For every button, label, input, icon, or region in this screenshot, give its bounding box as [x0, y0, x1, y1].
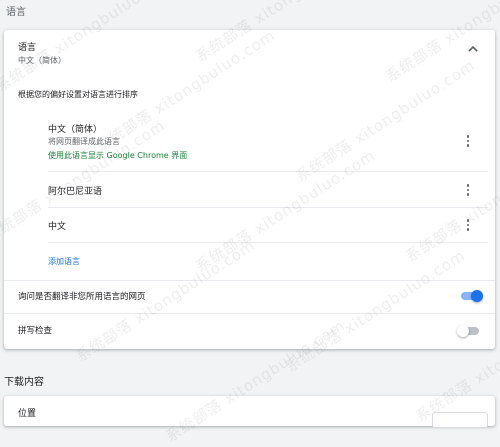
- more-options-icon[interactable]: [462, 134, 474, 148]
- offer-translate-label: 询问是否翻译非您所用语言的网页: [18, 292, 146, 302]
- language-item-display-note: 使用此语言显示 Google Chrome 界面: [48, 151, 188, 160]
- offer-translate-toggle[interactable]: [459, 290, 483, 302]
- change-location-button[interactable]: [432, 412, 488, 428]
- downloads-section-title: 下载内容: [4, 377, 44, 388]
- chevron-up-icon[interactable]: [467, 44, 479, 54]
- add-language-link[interactable]: 添加语言: [48, 256, 80, 267]
- language-header-label: 语言: [18, 43, 37, 53]
- language-order-hint: 根据您的偏好设置对语言进行排序: [18, 90, 138, 99]
- language-item-note: 将网页翻译成此语言: [48, 137, 120, 146]
- spell-check-toggle[interactable]: [457, 325, 481, 337]
- divider: [48, 242, 488, 243]
- divider: [48, 207, 488, 208]
- divider: [4, 280, 495, 281]
- more-options-icon[interactable]: [462, 218, 474, 232]
- languages-section-title: 语言: [6, 7, 26, 18]
- language-header-value: 中文（简体）: [18, 56, 66, 65]
- downloads-card: [4, 396, 495, 426]
- more-options-icon[interactable]: [462, 183, 474, 197]
- language-item-name: 中文（简体）: [48, 125, 103, 135]
- divider: [48, 171, 488, 172]
- download-location-label: 位置: [18, 409, 37, 419]
- language-item-name: 中文: [48, 222, 67, 232]
- spell-check-label: 拼写检查: [18, 326, 53, 336]
- divider: [4, 313, 495, 314]
- language-item-name: 阿尔巴尼亚语: [48, 187, 103, 197]
